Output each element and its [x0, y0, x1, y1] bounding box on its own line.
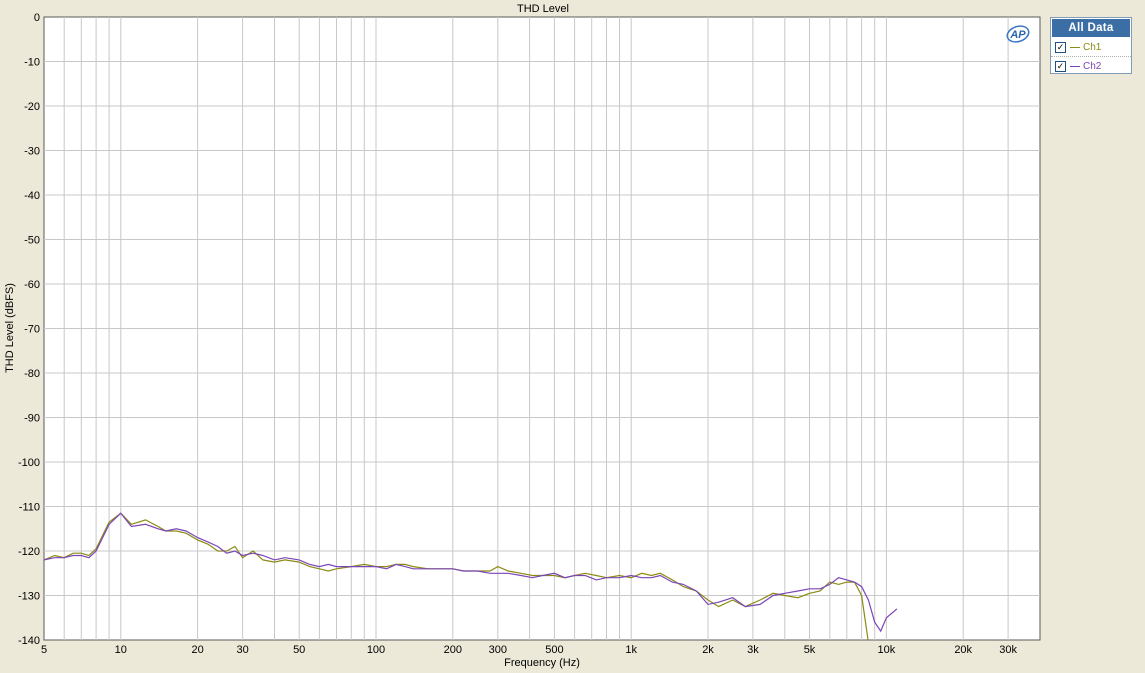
y-tick-label: -90	[24, 413, 40, 425]
checkbox-ch2[interactable]: ✓	[1055, 60, 1066, 72]
legend-label-ch1: Ch1	[1083, 41, 1102, 53]
y-tick-label: -30	[24, 146, 40, 158]
y-tick-label: -20	[24, 101, 40, 113]
y-tick-label: -50	[24, 235, 40, 247]
y-axis-label: THD Level (dBFS)	[4, 283, 16, 373]
x-tick-label: 500	[545, 644, 563, 656]
legend-item-ch2[interactable]: ✓ Ch2	[1051, 56, 1131, 75]
chart: 5 10 20 30 50 100 200 300 500 1k 2k 3k 5k 10k 20k 30k 0 -…	[4, 3, 1041, 669]
legend-header[interactable]: All Data	[1052, 19, 1130, 37]
y-tick-label: -130	[18, 591, 40, 603]
x-axis-label: Frequency (Hz)	[504, 657, 580, 669]
x-tick-label: 30	[236, 644, 248, 656]
checkbox-ch1[interactable]: ✓	[1055, 41, 1066, 53]
ch1-swatch	[1070, 46, 1080, 48]
legend-panel: All Data ✓ Ch1 ✓ Ch2	[1050, 17, 1132, 74]
x-tick-label: 2k	[702, 644, 714, 656]
x-tick-label: 5k	[804, 644, 816, 656]
ap-logo-icon: AP	[1006, 25, 1030, 43]
y-tick-label: -100	[18, 457, 40, 469]
chart-title: THD Level	[517, 3, 569, 15]
legend-item-ch1[interactable]: ✓ Ch1	[1051, 38, 1131, 56]
x-tick-label: 1k	[625, 644, 637, 656]
y-tick-label: -10	[24, 57, 40, 69]
y-tick-label: -70	[24, 324, 40, 336]
svg-text:AP: AP	[1009, 29, 1026, 41]
y-tick-label: -120	[18, 546, 40, 558]
x-tick-label: 50	[293, 644, 305, 656]
ch2-swatch	[1070, 65, 1080, 67]
x-tick-label: 300	[489, 644, 507, 656]
legend-label-ch2: Ch2	[1083, 60, 1102, 72]
x-tick-label: 100	[367, 644, 385, 656]
x-tick-label: 200	[444, 644, 462, 656]
x-tick-label: 20	[191, 644, 203, 656]
x-tick-label: 10k	[878, 644, 896, 656]
x-tick-label: 5	[41, 644, 47, 656]
y-tick-label: -40	[24, 190, 40, 202]
y-tick-label: -80	[24, 368, 40, 380]
y-tick-label: -60	[24, 279, 40, 291]
x-tick-label: 10	[115, 644, 127, 656]
x-tick-label: 30k	[999, 644, 1017, 656]
x-tick-label: 3k	[747, 644, 759, 656]
y-tick-label: -140	[18, 635, 40, 647]
y-tick-label: -110	[19, 502, 40, 514]
y-tick-label: 0	[34, 12, 40, 24]
x-tick-label: 20k	[954, 644, 972, 656]
